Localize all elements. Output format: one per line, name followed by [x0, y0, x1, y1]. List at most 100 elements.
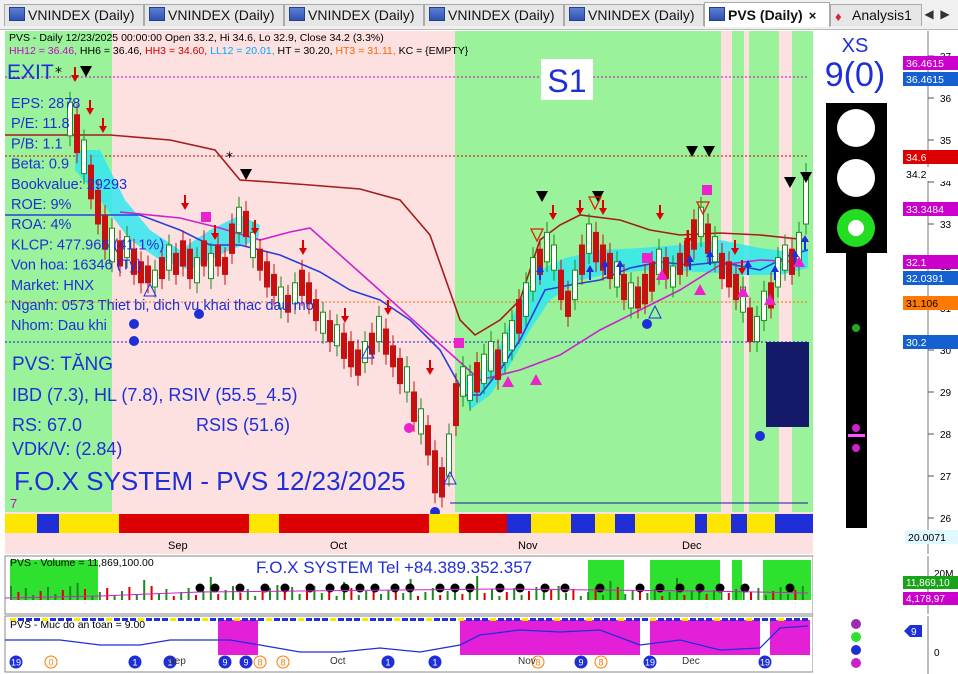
safety-strip: [234, 618, 240, 621]
price-tag-text: 32.1: [906, 257, 927, 269]
volume-bar: [365, 591, 368, 600]
safety-strip: [746, 618, 752, 621]
candle-body: [712, 236, 718, 263]
volume-dot-icon: [390, 583, 400, 593]
volume-bar: [350, 588, 353, 600]
volume-dot-icon: [355, 583, 365, 593]
volume-bar: [727, 593, 730, 600]
level-hh6: HH6 = 36.46,: [80, 45, 145, 57]
month-label: Sep: [168, 540, 188, 552]
volume-bar: [631, 590, 634, 600]
volume-bar: [690, 591, 693, 600]
candle-body: [628, 282, 634, 309]
safety-badge-text: 19: [11, 658, 21, 668]
safety-strip: [650, 618, 656, 621]
rs-text: RS: 67.0: [12, 415, 82, 435]
safety-strip: [410, 618, 416, 621]
fundamental-item: Von hoa: 16346 (Ty): [11, 258, 142, 274]
volume-bar: [528, 591, 530, 600]
level-kc: KC = {EMPTY}: [399, 45, 469, 57]
candle-body: [495, 349, 501, 380]
candle-body: [754, 315, 760, 343]
candle-body: [726, 261, 732, 288]
volume-bar: [579, 596, 582, 600]
candle-body: [320, 311, 326, 334]
candle-body: [782, 244, 788, 271]
volume-bar: [128, 587, 131, 600]
volume-bar: [787, 594, 789, 600]
fundamental-item: ROA: 4%: [11, 217, 72, 233]
price-tick-label: 36: [940, 94, 952, 105]
volume-bar: [298, 594, 301, 600]
strip-segment: [707, 514, 731, 533]
candle-body: [775, 257, 781, 288]
magenta-square-icon: [702, 185, 712, 195]
safety-strip: [178, 618, 184, 621]
candle-body: [264, 261, 270, 288]
level-ll12: LL12 = 20.01,: [210, 45, 277, 57]
safety-strip: [434, 618, 440, 621]
candle-body: [684, 240, 690, 267]
strip-segment: [119, 514, 249, 533]
vdk-text: VDK/V: (2.84): [12, 439, 122, 459]
candle-body: [390, 345, 396, 368]
fundamental-item: Beta: 0.9: [11, 157, 69, 173]
safety-strip: [354, 618, 360, 621]
volume-bar: [483, 593, 486, 600]
candle-body: [299, 269, 305, 296]
safety-strip: [738, 618, 744, 621]
volume-dot-icon: [450, 583, 460, 593]
volume-dot-icon: [655, 583, 665, 593]
light-off-2: [837, 159, 875, 197]
safety-strip: [674, 618, 680, 621]
volume-bar: [550, 590, 553, 600]
strip-segment: [37, 514, 59, 533]
volume-dot-icon: [540, 583, 550, 593]
price-tick-label: 29: [940, 388, 952, 399]
safety-badge-text: 1: [432, 658, 437, 668]
volume-dot-icon: [195, 583, 205, 593]
blue-marker-icon: [129, 319, 139, 329]
safety-strip: [522, 618, 528, 621]
safety-strip: [586, 618, 592, 621]
safety-title: PVS - Muc do an toan = 9.00: [10, 619, 145, 631]
safety-strip: [754, 618, 760, 621]
candle-body: [474, 362, 480, 393]
safety-strip: [618, 618, 624, 621]
system-title: F.O.X SYSTEM - PVS 12/23/2025: [14, 466, 406, 496]
volume-bar: [187, 588, 190, 600]
volume-bar: [757, 588, 760, 600]
safety-strip: [418, 618, 424, 621]
safety-strip: [682, 618, 688, 621]
strip-segment: [507, 514, 531, 533]
legend-dot: [851, 658, 861, 668]
safety-strip: [770, 618, 776, 621]
safety-strip: [626, 618, 632, 621]
safety-strip: [506, 618, 512, 621]
candle-body: [565, 290, 571, 317]
month-label: Sep: [168, 656, 186, 667]
bottom-number: 7: [10, 496, 17, 511]
safety-strip: [290, 618, 296, 621]
safety-strip: [402, 618, 408, 621]
volume-bar: [380, 594, 382, 600]
safety-strip: [274, 618, 280, 621]
strip-segment: [747, 514, 775, 533]
safety-strip: [698, 618, 704, 621]
volume-dot-icon: [515, 583, 525, 593]
volume-bar: [217, 594, 220, 600]
fundamental-item: ROE: 9%: [11, 197, 72, 213]
volume-bar: [624, 594, 627, 600]
blue-marker-icon: [642, 319, 652, 329]
volume-dot-icon: [210, 583, 220, 593]
volume-bar: [417, 596, 419, 600]
candle-body: [649, 261, 655, 292]
safety-strip: [642, 618, 648, 621]
volume-bar: [150, 586, 153, 600]
candle-body: [488, 341, 494, 372]
candle-body: [418, 408, 424, 435]
safety-strip: [802, 618, 808, 621]
strip-segment: [775, 514, 813, 533]
safety-strip: [730, 618, 736, 621]
safety-strip: [658, 618, 664, 621]
